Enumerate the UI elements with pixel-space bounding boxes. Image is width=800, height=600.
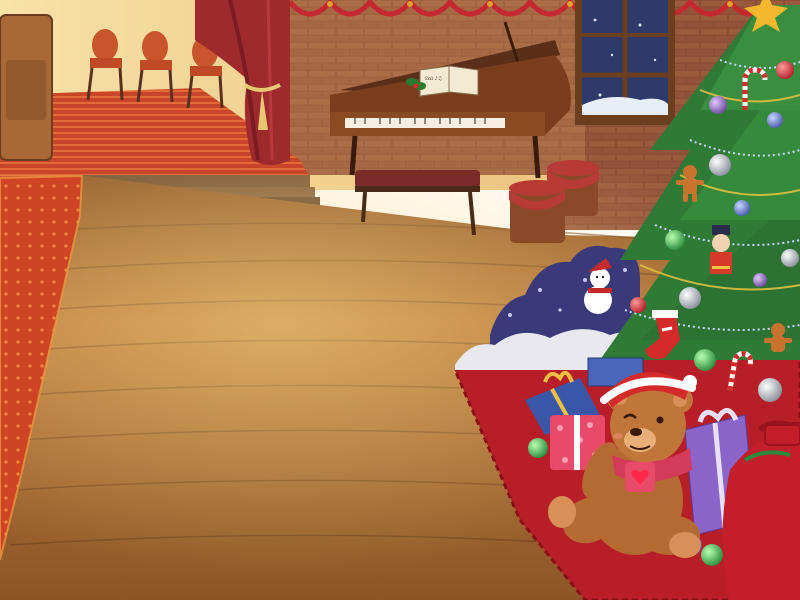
ornament-icon xyxy=(753,273,767,287)
ornament-icon xyxy=(701,544,723,566)
ornament-icon xyxy=(528,438,548,458)
ornament-icon xyxy=(758,378,782,402)
stool-icon xyxy=(509,180,565,243)
christmas-room-scene: Ɛɑl ♪♫ xyxy=(0,0,800,600)
ornament-icon xyxy=(630,297,646,313)
ornament-icon xyxy=(709,96,727,114)
ornament-icon xyxy=(679,287,701,309)
ornament-icon xyxy=(709,154,731,176)
sheet-music-title: Ɛɑl ♪♫ xyxy=(425,76,442,82)
sheet-music: Ɛɑl ♪♫ xyxy=(419,65,479,97)
wooden-cabinet xyxy=(0,14,53,161)
ornament-icon xyxy=(776,61,794,79)
ornament-icon xyxy=(694,349,716,371)
scene-canvas: Ɛɑl ♪♫ xyxy=(0,0,800,600)
ornament-icon xyxy=(767,112,783,128)
ornament-icon xyxy=(781,249,799,267)
ornament-icon xyxy=(734,200,750,216)
ornament-icon xyxy=(665,230,685,250)
window-icon xyxy=(575,0,675,125)
